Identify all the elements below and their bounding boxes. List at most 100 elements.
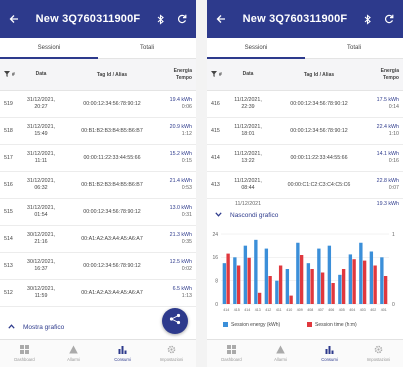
header-energy-time[interactable]: Energia Tempo	[371, 68, 403, 82]
row-id: 415	[211, 128, 220, 134]
row-kwh: 21.3 kWh	[169, 232, 192, 238]
row-date-day: 11/12/2021,	[234, 151, 262, 157]
back-arrow-icon[interactable]	[213, 11, 229, 27]
chart-bar-time	[320, 272, 325, 304]
chart-bar-time	[331, 283, 335, 304]
row-date: 31/12/2021, 01:54	[22, 205, 60, 219]
row-id: 413	[211, 182, 220, 188]
row-tag: 00:00:12:34:56:78:90:12	[83, 209, 141, 215]
app-bar: New 3Q760311900F	[207, 0, 403, 38]
nav-consumption[interactable]: Consumi	[98, 340, 147, 367]
header-tag[interactable]: Tag Id / Alias	[60, 72, 164, 78]
bluetooth-icon[interactable]	[361, 11, 375, 27]
table-row[interactable]: 515 31/12/2021, 01:54 00:00:12:34:56:78:90:…	[0, 199, 196, 226]
chart-bar-time	[278, 265, 283, 304]
row-duration: 1:13	[181, 293, 192, 299]
row-date-day: 31/12/2021,	[27, 124, 55, 130]
row-kwh: 6.5 kWh	[172, 286, 192, 292]
chart-x-tick: 404	[349, 308, 355, 312]
chart-bar-time	[289, 295, 293, 304]
chart-x-tick: 401	[381, 308, 387, 312]
nav-dashboard[interactable]: Dashboard	[207, 340, 256, 367]
table-row[interactable]: 513 30/12/2021, 16:37 00:00:12:34:56:78:90:…	[0, 253, 196, 280]
filter-icon[interactable]	[211, 70, 217, 79]
table-row[interactable]: 415 11/12/2021, 18:01 00:00:12:34:56:78:90:…	[207, 118, 403, 145]
table-row[interactable]: 514 30/12/2021, 21:16 00:A1:A2:A3:A4:A5:A6:…	[0, 226, 196, 253]
tab-totali[interactable]: Totali	[98, 38, 196, 58]
nav-alarms[interactable]: Allarmi	[49, 340, 98, 367]
filter-icon[interactable]	[4, 70, 10, 79]
header-tag[interactable]: Tag Id / Alias	[267, 72, 371, 78]
chart-bar-energy	[306, 263, 311, 304]
header-time: Tempo	[175, 74, 192, 81]
row-energy: 6.5 kWh 1:13	[164, 286, 196, 300]
row-energy: 19.4 kWh 0:06	[164, 97, 196, 111]
row-energy: 21.3 kWh 0:35	[164, 232, 196, 246]
header-id[interactable]: #	[12, 72, 15, 78]
table-row[interactable]: 518 31/12/2021, 15:49 00:B1:B2:B3:B4:B5:B6:…	[0, 118, 196, 145]
refresh-icon[interactable]	[174, 11, 190, 27]
chart-x-tick: 403	[360, 308, 366, 312]
chart-bar-energy	[348, 254, 353, 304]
nav-consumption[interactable]: Consumi	[305, 340, 354, 367]
row-duration: 0:16	[388, 158, 399, 164]
alarm-icon	[276, 345, 285, 355]
nav-alarms[interactable]: Allarmi	[256, 340, 305, 367]
sessions-list: 519 31/12/2021, 20:27 00:00:12:34:56:78:90:…	[0, 91, 196, 334]
chart-x-tick: 405	[339, 308, 345, 312]
table-row[interactable]: 517 31/12/2021, 11:11 00:00:11:22:33:44:55:…	[0, 145, 196, 172]
table-row[interactable]: 512 30/12/2021, 11:59 00:A1:A2:A3:A4:A5:A6:…	[0, 280, 196, 307]
table-row[interactable]: 516 31/12/2021, 06:32 00:B1:B2:B3:B4:B5:B6:…	[0, 172, 196, 199]
header-id[interactable]: #	[219, 72, 222, 78]
table-header: # Data Tag Id / Alias Energia Tempo	[207, 59, 403, 91]
tab-totali[interactable]: Totali	[305, 38, 403, 58]
chart-x-tick: 407	[318, 308, 324, 312]
row-tag: 00:00:12:34:56:78:90:12	[290, 101, 348, 107]
chart-x-tick: 402	[370, 308, 376, 312]
row-date-time: 13:22	[241, 158, 255, 164]
chart-bar-time	[268, 276, 272, 304]
row-id: 516	[4, 182, 13, 188]
header-date[interactable]: Data	[22, 71, 60, 78]
row-date-time: 15:49	[34, 131, 48, 137]
row-duration: 1:12	[181, 131, 192, 137]
share-button[interactable]	[162, 308, 188, 334]
chart-bar-energy	[285, 269, 290, 304]
nav-dashboard[interactable]: Dashboard	[0, 340, 49, 367]
table-row[interactable]: 519 31/12/2021, 20:27 00:00:12:34:56:78:90:…	[0, 91, 196, 118]
table-row[interactable]: 416 11/12/2021, 22:39 00:00:12:34:56:78:90:…	[207, 91, 403, 118]
chart-bar-energy	[317, 248, 321, 304]
row-id: 416	[211, 101, 220, 107]
header-date[interactable]: Data	[229, 71, 267, 78]
row-kwh: 22.8 kWh	[376, 178, 399, 184]
chart-x-tick: 411	[276, 308, 282, 312]
row-id: 414	[211, 155, 220, 161]
row-tag: 00:00:12:34:56:78:90:12	[290, 128, 348, 134]
row-tag: 00:00:12:34:56:78:90:12	[83, 101, 141, 107]
tab-sessioni[interactable]: Sessioni	[207, 38, 305, 59]
table-row[interactable]: 414 11/12/2021, 13:22 00:00:11:22:33:44:55:…	[207, 145, 403, 172]
nav-settings[interactable]: Impostazioni	[147, 340, 196, 367]
dashboard-icon	[20, 345, 29, 355]
chart-legend-swatch-time	[307, 322, 312, 327]
tab-sessioni[interactable]: Sessioni	[0, 38, 98, 59]
bluetooth-icon[interactable]	[154, 11, 168, 27]
chart-bar-time	[299, 255, 304, 304]
row-date-time: 22:39	[241, 104, 255, 110]
row-id: 519	[4, 101, 13, 107]
chart-x-tick: 409	[297, 308, 303, 312]
bottom-nav: Dashboard Allarmi Consumi Impostazioni	[0, 339, 196, 367]
back-arrow-icon[interactable]	[6, 11, 22, 27]
row-kwh: 14.1 kWh	[376, 151, 399, 157]
row-energy: 14.1 kWh 0:16	[371, 151, 403, 165]
row-date: 30/12/2021, 16:37	[22, 259, 60, 273]
row-energy: 12.5 kWh 0:02	[164, 259, 196, 273]
hide-graph-toggle[interactable]: Nascondi grafico	[207, 205, 403, 225]
header-energy-time[interactable]: Energia Tempo	[164, 68, 196, 82]
nav-alarms-label: Allarmi	[67, 357, 80, 362]
refresh-icon[interactable]	[381, 11, 397, 27]
nav-settings[interactable]: Impostazioni	[354, 340, 403, 367]
row-date-time: 16:37	[34, 266, 48, 272]
table-row[interactable]: 413 11/12/2021, 08:44 00:00:C1:C2:C3:C4:C5:…	[207, 172, 403, 199]
row-kwh: 19.4 kWh	[169, 97, 192, 103]
